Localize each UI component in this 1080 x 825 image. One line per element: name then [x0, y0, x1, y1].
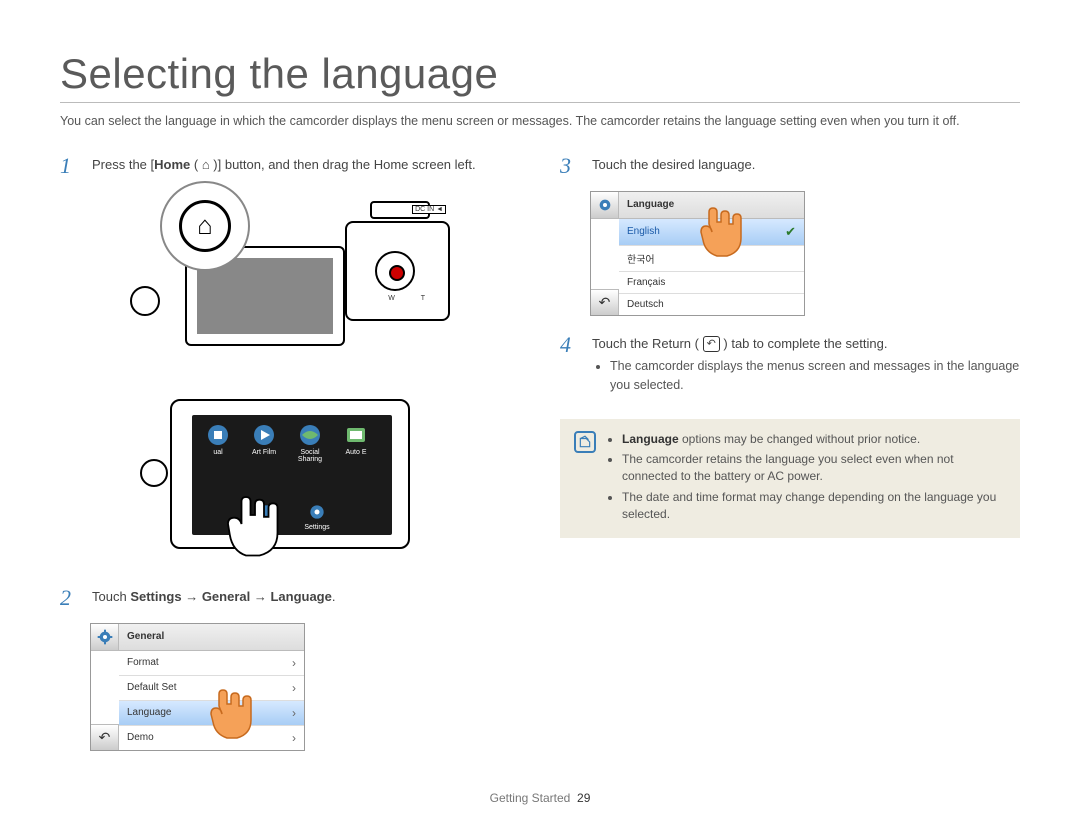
hand-icon — [210, 479, 300, 569]
step-2-text: Touch Settings → General → Language. — [92, 587, 335, 609]
note-box: Language options may be changed without … — [560, 419, 1020, 539]
intro-text: You can select the language in which the… — [60, 113, 1020, 131]
chevron-right-icon: › — [292, 731, 296, 745]
step-4-text: Touch the Return ( ↶ ) tab to complete t… — [592, 334, 1020, 397]
app-icon — [344, 423, 368, 447]
dcin-label: DC IN ◄ — [412, 205, 446, 214]
app-icon — [206, 423, 230, 447]
touchscreen-illustration: ual Art Film Social Sharing — [140, 389, 440, 569]
app-icon — [252, 423, 276, 447]
check-icon: ✔ — [785, 224, 796, 240]
return-tab[interactable]: ↶ — [91, 724, 119, 750]
home-button-callout: ⌂ — [160, 181, 250, 271]
return-icon: ↶ — [599, 294, 611, 311]
step-4-number: 4 — [560, 334, 578, 397]
language-row-francais[interactable]: Français — [619, 272, 804, 294]
language-panel-title: Language — [619, 193, 804, 216]
chevron-right-icon: › — [292, 656, 296, 670]
settings-row-language[interactable]: Language› — [119, 701, 304, 726]
chevron-right-icon: › — [292, 681, 296, 695]
zoom-label: W T — [388, 295, 437, 302]
gear-tab-icon[interactable] — [91, 624, 119, 650]
app-label: Art Film — [242, 449, 286, 456]
home-icon: ⌂ — [197, 210, 213, 241]
step-3-text: Touch the desired language. — [592, 155, 755, 177]
step-3-number: 3 — [560, 155, 578, 177]
settings-row-default-set[interactable]: Default Set› — [119, 676, 304, 701]
app-label: Settings — [304, 524, 329, 531]
note-icon — [574, 431, 596, 453]
language-row-english[interactable]: English✔ — [619, 219, 804, 246]
chevron-right-icon: › — [292, 706, 296, 720]
language-row-deutsch[interactable]: Deutsch — [619, 294, 804, 315]
page-title: Selecting the language — [60, 50, 1020, 103]
app-label: ual — [196, 449, 240, 456]
gear-tab-icon[interactable] — [591, 192, 619, 218]
app-label: Social Sharing — [288, 449, 332, 463]
settings-row-format[interactable]: Format› — [119, 651, 304, 676]
page-number: 29 — [577, 791, 590, 805]
app-icon — [298, 423, 322, 447]
settings-panel: General Format› Default Set› Language› D… — [90, 623, 305, 751]
language-row-korean[interactable]: 한국어 — [619, 246, 804, 272]
settings-panel-title: General — [119, 625, 304, 648]
step-1-text: Press the [Home ( ⌂ )] button, and then … — [92, 155, 476, 177]
language-panel: Language English✔ 한국어 Français Deutsch ↶ — [590, 191, 805, 316]
note-item-2: The camcorder retains the language you s… — [622, 451, 1006, 485]
app-label: Auto E — [334, 449, 378, 456]
note-item-1: Language options may be changed without … — [622, 431, 1006, 448]
return-icon-inline: ↶ — [703, 336, 720, 352]
footer-section: Getting Started — [490, 791, 571, 805]
return-icon: ↶ — [99, 729, 111, 746]
page-footer: Getting Started 29 — [0, 791, 1080, 805]
gear-icon — [307, 502, 327, 522]
step-2-number: 2 — [60, 587, 78, 609]
step-1-number: 1 — [60, 155, 78, 177]
note-item-3: The date and time format may change depe… — [622, 489, 1006, 523]
settings-row-demo[interactable]: Demo› — [119, 726, 304, 750]
camcorder-illustration: DC IN ◄ W T ⌂ — [130, 191, 450, 381]
step-4-bullet: The camcorder displays the menus screen … — [610, 357, 1020, 395]
return-tab[interactable]: ↶ — [591, 289, 619, 315]
